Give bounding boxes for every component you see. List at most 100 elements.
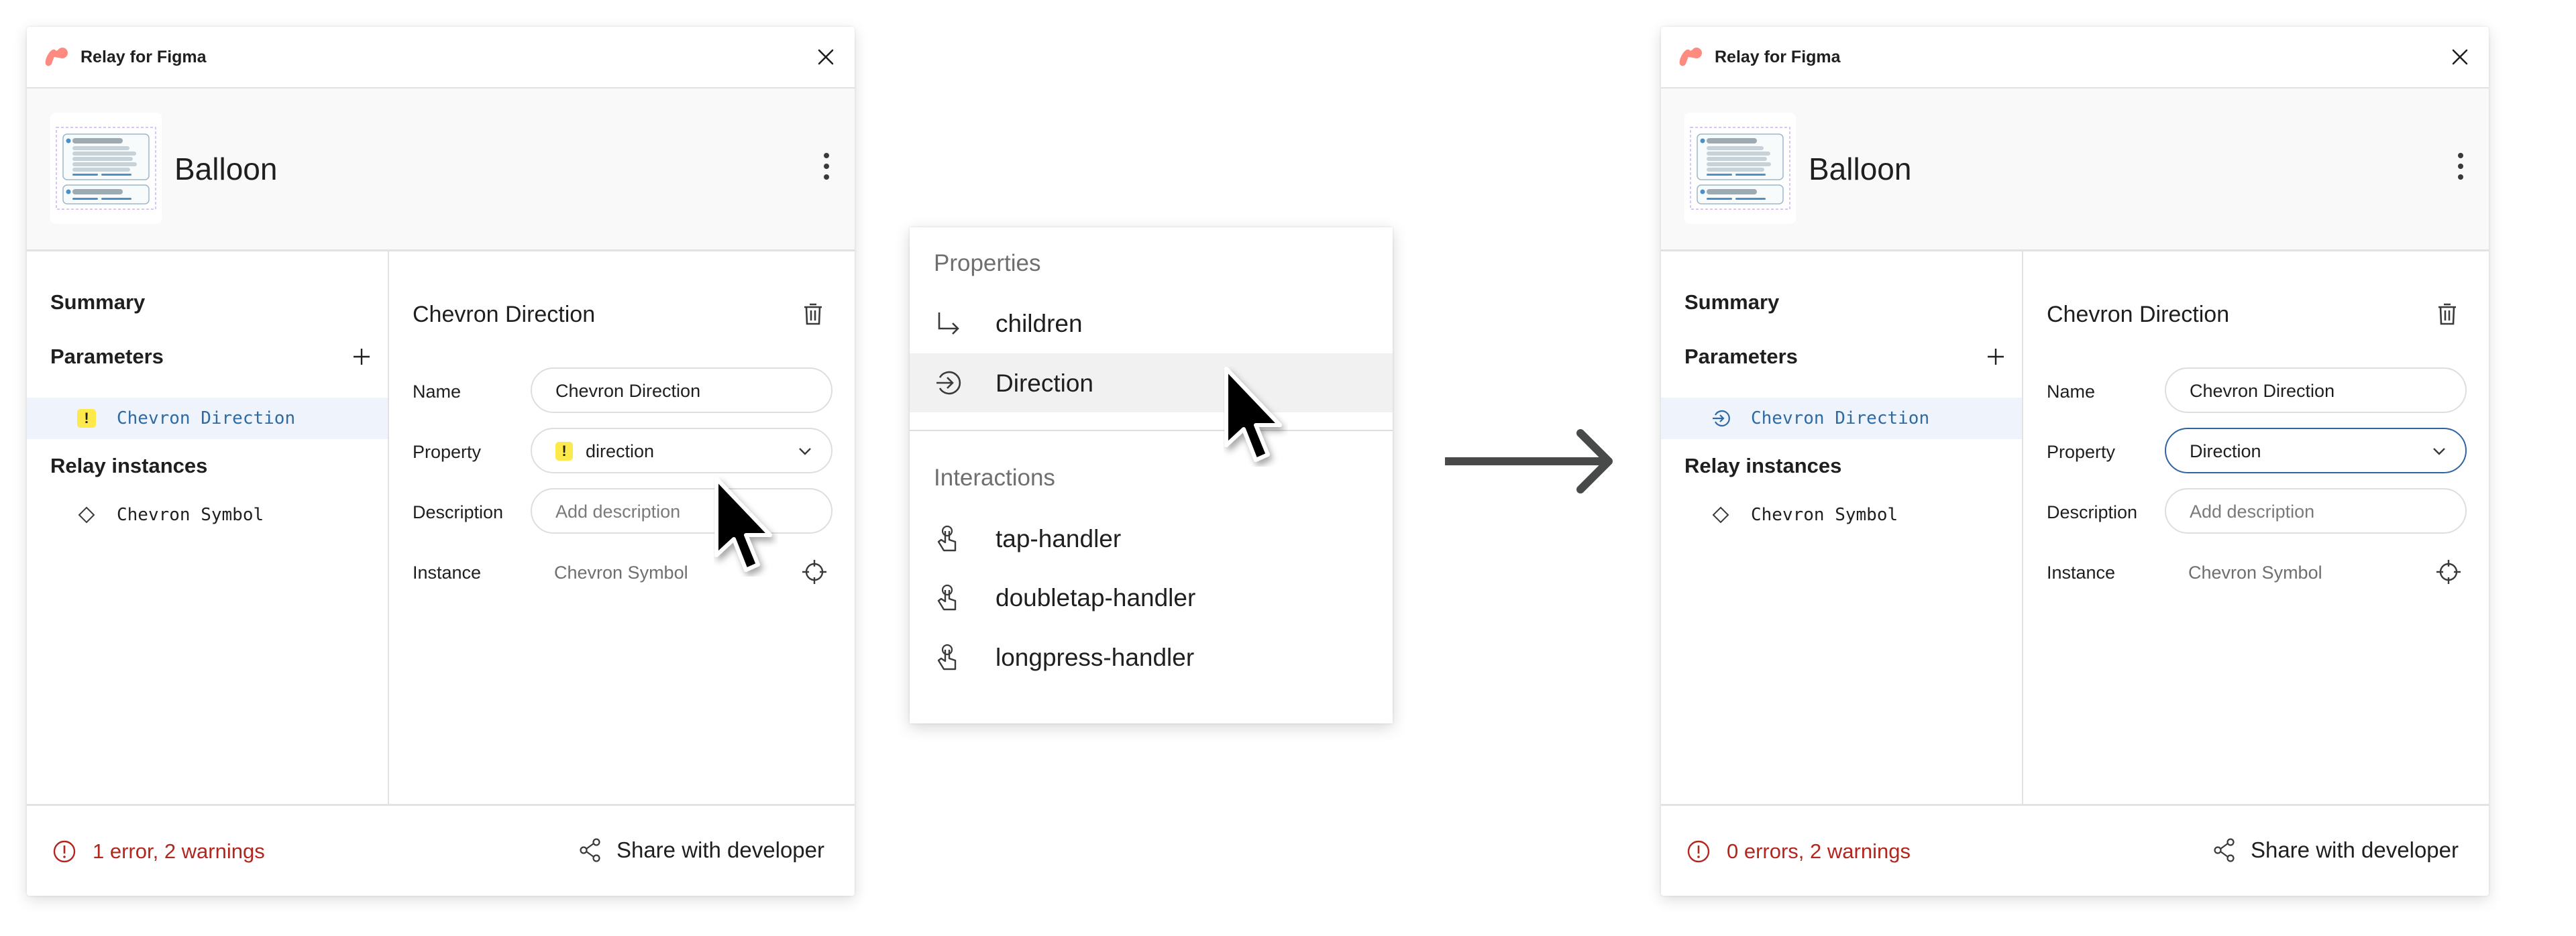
share-label: Share with developer: [2250, 837, 2459, 862]
status-text: 1 error, 2 warnings: [93, 839, 265, 863]
instance-label: Chevron Symbol: [1751, 505, 1898, 525]
menu-item-doubletap-handler[interactable]: doubletap-handler: [910, 568, 1393, 627]
property-dropdown-menu: Properties children Direction Interactio…: [910, 227, 1393, 723]
more-options-icon[interactable]: [2457, 153, 2465, 182]
share-with-developer-button[interactable]: Share with developer: [579, 835, 824, 865]
add-parameter-icon[interactable]: [352, 347, 372, 367]
instance-row: Instance Chevron Symbol: [413, 548, 855, 597]
menu-item-children[interactable]: children: [910, 294, 1393, 353]
name-value: Chevron Direction: [555, 381, 701, 401]
input-circle-arrow-icon: [936, 371, 961, 395]
instance-label: Chevron Symbol: [117, 505, 264, 525]
description-input[interactable]: Add description: [531, 488, 833, 534]
app-title: Relay for Figma: [1715, 48, 1841, 66]
property-label: Property: [413, 442, 482, 462]
instance-label: Instance: [413, 563, 482, 583]
menu-item-label: doubletap-handler: [996, 584, 1196, 611]
app-title: Relay for Figma: [80, 48, 207, 66]
parameter-item[interactable]: Chevron Direction: [1661, 398, 2022, 439]
detail-column: Chevron Direction Name Chevron Direction…: [2023, 251, 2489, 805]
menu-section-header: Properties: [934, 250, 1041, 276]
name-input[interactable]: Chevron Direction: [531, 367, 833, 413]
outline-column: Summary Parameters Chevron Direction Rel…: [1661, 251, 2023, 805]
panel-footer: 0 errors, 2 warnings Share with develope…: [1661, 804, 2489, 896]
description-input[interactable]: Add description: [2165, 488, 2467, 534]
instance-value: Chevron Symbol: [2188, 563, 2322, 583]
panel-body: Summary Parameters Chevron Direction Rel…: [1661, 251, 2489, 805]
panel-body: Summary Parameters ! Chevron Direction R…: [27, 251, 855, 805]
crosshair-icon[interactable]: [801, 559, 828, 585]
close-icon[interactable]: [2449, 46, 2471, 68]
panel-footer: 1 error, 2 warnings Share with developer: [27, 804, 855, 896]
title-bar: Relay for Figma: [27, 27, 855, 89]
parameters-heading: Parameters: [50, 345, 164, 368]
menu-item-tap-handler[interactable]: tap-handler: [910, 509, 1393, 568]
close-icon[interactable]: [814, 46, 837, 68]
parameter-label: Chevron Direction: [117, 408, 296, 428]
component-header: Balloon: [27, 89, 855, 251]
relay-instances-heading: Relay instances: [50, 454, 208, 477]
property-label: Property: [2047, 442, 2116, 462]
share-label: Share with developer: [616, 837, 824, 862]
property-select[interactable]: Direction: [2165, 428, 2467, 473]
menu-item-label: children: [996, 310, 1083, 337]
summary-link[interactable]: Summary: [50, 289, 145, 316]
validation-status[interactable]: 1 error, 2 warnings: [52, 838, 265, 865]
subdirectory-arrow-icon: [938, 312, 959, 335]
detail-title: Chevron Direction: [2047, 302, 2230, 327]
name-input[interactable]: Chevron Direction: [2165, 367, 2467, 413]
warning-badge-icon: !: [77, 409, 96, 428]
instance-row: Instance Chevron Symbol: [2047, 548, 2489, 597]
name-label: Name: [2047, 382, 2096, 402]
parameter-item[interactable]: ! Chevron Direction: [27, 398, 388, 439]
relay-logo-icon: [45, 48, 68, 66]
menu-divider: [910, 430, 1393, 431]
touch-icon: [937, 525, 957, 552]
trash-icon[interactable]: [802, 302, 824, 326]
relay-panel-before: Relay for Figma Balloon Summary Paramete…: [27, 27, 855, 896]
instance-label: Instance: [2047, 563, 2116, 583]
trash-icon[interactable]: [2436, 302, 2458, 326]
property-row: Property Direction: [2047, 428, 2489, 476]
relay-panel-after: Relay for Figma Balloon Summary Paramete…: [1661, 27, 2489, 896]
validation-status[interactable]: 0 errors, 2 warnings: [1686, 838, 1911, 865]
property-value: direction: [586, 441, 655, 461]
error-icon: [1687, 840, 1710, 863]
relay-logo-icon: [1679, 48, 1702, 66]
instance-item[interactable]: Chevron Symbol: [1661, 494, 2022, 536]
touch-icon: [937, 584, 957, 611]
title-bar: Relay for Figma: [1661, 27, 2489, 89]
error-icon: [53, 840, 76, 863]
component-name: Balloon: [174, 152, 278, 186]
name-label: Name: [413, 382, 462, 402]
name-row: Name Chevron Direction: [2047, 367, 2489, 416]
crosshair-icon[interactable]: [2435, 559, 2462, 585]
chevron-down-icon: [799, 448, 811, 455]
instance-value: Chevron Symbol: [554, 563, 688, 583]
menu-item-label: Direction: [996, 369, 1093, 397]
component-thumbnail: [50, 113, 162, 224]
description-label: Description: [413, 502, 504, 522]
description-placeholder: Add description: [2190, 502, 2315, 522]
property-select[interactable]: ! direction: [531, 428, 833, 473]
more-options-icon[interactable]: [822, 153, 830, 182]
share-icon: [580, 838, 600, 862]
description-row: Description Add description: [2047, 488, 2489, 536]
description-label: Description: [2047, 502, 2138, 522]
component-header: Balloon: [1661, 89, 2489, 251]
menu-item-label: tap-handler: [996, 525, 1122, 552]
add-parameter-icon[interactable]: [1986, 347, 2006, 367]
menu-item-longpress-handler[interactable]: longpress-handler: [910, 628, 1393, 687]
parameter-label: Chevron Direction: [1751, 408, 1930, 428]
component-name: Balloon: [1809, 152, 1912, 186]
summary-link[interactable]: Summary: [1684, 289, 1779, 316]
relay-instances-heading: Relay instances: [1684, 454, 1842, 477]
name-row: Name Chevron Direction: [413, 367, 855, 416]
description-placeholder: Add description: [555, 502, 681, 522]
detail-title: Chevron Direction: [413, 302, 596, 327]
share-with-developer-button[interactable]: Share with developer: [2213, 835, 2459, 865]
menu-item-direction[interactable]: Direction: [910, 353, 1393, 412]
diamond-icon: [1712, 506, 1729, 524]
name-value: Chevron Direction: [2190, 381, 2335, 401]
instance-item[interactable]: Chevron Symbol: [27, 494, 388, 536]
